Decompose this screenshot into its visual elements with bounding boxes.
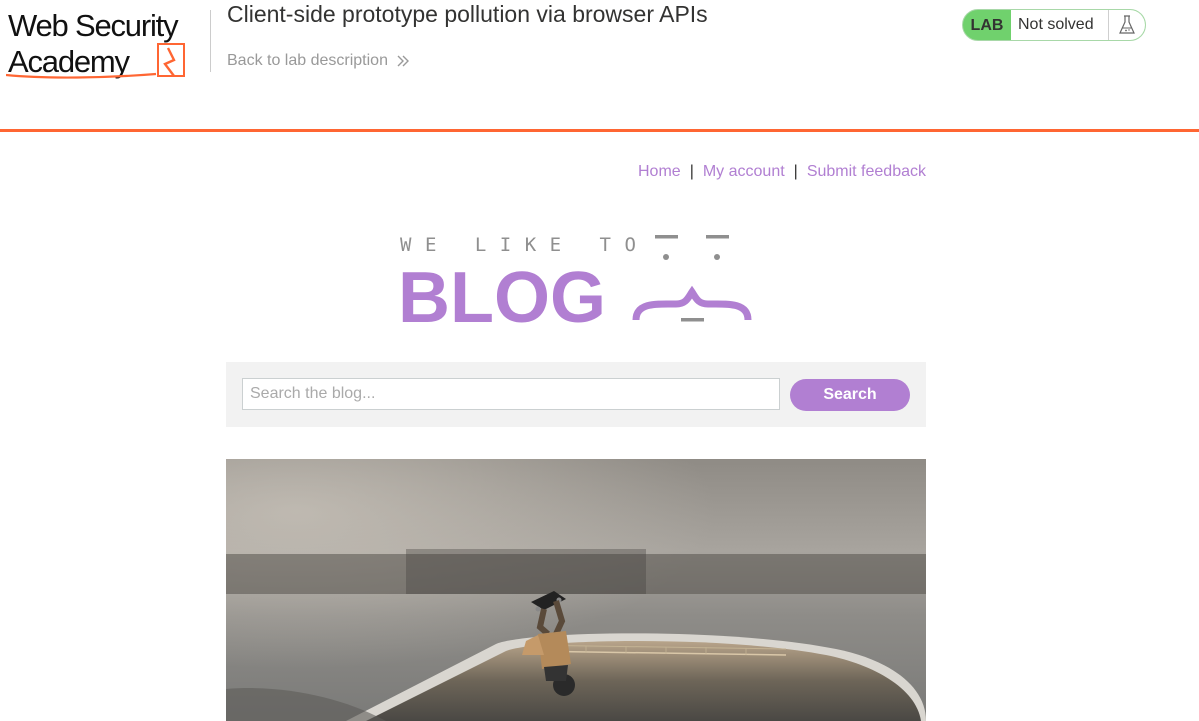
back-to-lab-description-link[interactable]: Back to lab description (227, 52, 410, 70)
search-panel: Search (226, 362, 926, 427)
banner-title: BLOG (398, 258, 606, 327)
lab-badge: LAB (970, 17, 1004, 34)
nav-separator: | (793, 163, 798, 180)
double-chevron-right-icon (397, 55, 409, 67)
search-button[interactable]: Search (790, 379, 910, 411)
lab-title: Client-side prototype pollution via brow… (227, 1, 708, 27)
nav-submit-feedback-link[interactable]: Submit feedback (807, 163, 926, 180)
blog-banner-graphic: WE LIKE TO BLOG (398, 234, 752, 338)
search-input[interactable] (242, 378, 780, 410)
nav-home-link[interactable]: Home (638, 163, 681, 180)
blog-banner: WE LIKE TO BLOG (398, 232, 754, 338)
logo-graphic: Web Security Academy (5, 8, 185, 79)
curly-brace-face-icon (632, 235, 752, 322)
lab-status-widget: LAB Not solved (962, 9, 1146, 41)
banner-tagline: WE LIKE TO (400, 234, 649, 256)
blog-post-image[interactable] (226, 459, 926, 721)
logo-divider (210, 10, 211, 72)
svg-text:Web Security: Web Security (8, 8, 179, 43)
blog-top-links: Home | My account | Submit feedback (638, 163, 926, 181)
academy-header: Web Security Academy Client-side prototy… (0, 0, 1199, 132)
nav-my-account-link[interactable]: My account (703, 163, 785, 180)
web-security-academy-logo[interactable]: Web Security Academy (5, 6, 208, 80)
nav-separator: | (689, 163, 694, 180)
back-link-label: Back to lab description (227, 52, 388, 69)
flask-icon (1109, 10, 1145, 40)
skateboarder-photo (226, 459, 926, 721)
svg-text:Academy: Academy (8, 44, 131, 79)
lab-status-text: Not solved (1011, 10, 1109, 40)
